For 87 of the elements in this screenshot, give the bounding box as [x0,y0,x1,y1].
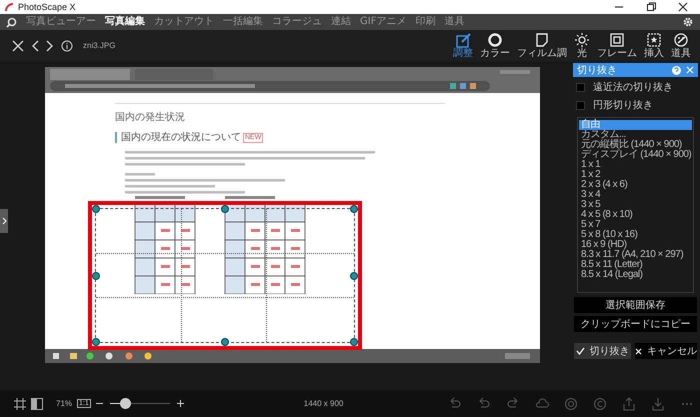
crop-handle[interactable] [221,338,229,346]
undo-icon[interactable] [448,396,462,410]
crop-handle[interactable] [350,272,358,280]
previous-icon[interactable] [31,40,39,52]
compare-icon[interactable] [31,398,43,410]
action-button[interactable]: 選択範囲保存 [574,297,697,313]
app-logo-icon [4,2,14,12]
cancel-button[interactable]: キャンセル [635,343,697,359]
tool-button[interactable]: カラー [479,32,511,59]
preset-item[interactable]: 8.5 x 14 (Legal) [579,270,692,280]
tool-button[interactable]: フィルム調 [516,32,568,59]
menu-tab[interactable]: コラージュ [272,16,322,28]
image-dimensions: 1440 x 900 [304,399,344,408]
chevron-icon [2,217,6,225]
close-icon [635,348,642,354]
tool-button[interactable]: フレーム [596,32,638,59]
crop-handle[interactable] [92,205,100,213]
tool-button[interactable]: 光 [573,32,591,59]
option-label: 遠近法の切り抜き [593,82,673,93]
panel-toggle[interactable] [0,209,8,233]
menu-tab[interactable]: 一括編集 [223,16,263,28]
option-label: 円形切り抜き [593,100,653,111]
film-tool-icon [534,32,550,48]
insert-tool-icon [646,32,662,48]
settings-icon[interactable] [682,16,694,28]
copyright-icon[interactable] [593,396,607,410]
redo-icon[interactable] [506,396,520,410]
preset-item[interactable]: 元の縦横比 (1440 × 900) [579,140,692,150]
menu-tab[interactable]: 道具 [444,16,464,28]
close-icon[interactable] [678,2,688,12]
save-icon[interactable] [651,396,665,410]
preset-item[interactable]: 16 x 9 (HD) [579,240,692,250]
preset-item[interactable]: カスタム... [579,130,692,140]
preset-item[interactable]: 5 x 7 [579,220,692,230]
menu-tab[interactable]: 写真編集 [105,16,145,28]
zoom-level: 71% [56,399,72,408]
help-icon[interactable] [672,66,681,74]
checkbox[interactable] [576,101,585,110]
slider-thumb[interactable] [120,398,131,409]
tool-button[interactable]: 挿入 [643,32,665,59]
preset-item[interactable]: 1 x 2 [579,170,692,180]
tool-button[interactable]: 道具 [670,32,692,59]
menu-tab[interactable]: 印刷 [415,16,436,28]
page-heading: 国内の発生状況 [115,103,445,124]
preset-item[interactable]: 4 x 5 (8 x 10) [579,210,692,220]
preset-item[interactable]: 3 x 5 [579,200,692,210]
menu-tab[interactable]: カットアウト [154,16,214,28]
next-icon[interactable] [46,40,54,52]
menu-tab[interactable]: GIFアニメ [360,16,406,28]
crop-handle[interactable] [350,338,358,346]
tools-tool-icon [673,32,689,48]
preset-item[interactable]: ディスプレイ (1440 × 900) [579,150,692,160]
crop-button[interactable]: 切り抜き [574,343,631,359]
check-icon [576,347,584,355]
preset-item[interactable]: 8.3 x 11.7 (A4, 210 × 297) [579,250,692,260]
info-icon[interactable] [61,40,73,52]
crop-grid-icon[interactable] [14,398,26,410]
crop-handle[interactable] [92,272,100,280]
target-icon[interactable] [564,396,578,410]
frame-tool-icon [609,32,625,48]
preset-item[interactable]: 1 x 1 [579,160,692,170]
menu-tab[interactable]: 写真ビューアー [26,16,96,28]
crop-handle[interactable] [92,338,100,346]
file-name: zni3.JPG [83,41,116,50]
zoom-out-icon[interactable] [96,400,103,407]
zoom-in-icon[interactable] [176,400,184,407]
checkbox[interactable] [576,83,585,92]
preset-item[interactable]: 8.5 x 11 (Letter) [579,260,692,270]
panel-title: 切り抜き [577,64,617,76]
action-button[interactable]: クリップボードにコピー [574,316,697,332]
cloud-icon[interactable] [535,396,549,410]
light-tool-icon [574,32,590,48]
maximize-icon[interactable] [646,2,656,12]
menu-tab[interactable]: 連結 [331,16,351,28]
preset-item[interactable]: 5 x 8 (10 x 16) [579,230,692,240]
search-icon[interactable] [6,16,17,28]
share-icon[interactable] [622,396,636,410]
undo-icon[interactable] [477,396,491,410]
page-subheading: 国内の現在の状況について [121,132,241,143]
preset-item[interactable]: 3 x 4 [579,190,692,200]
crop-handle[interactable] [221,205,229,213]
color-tool-icon [487,32,503,48]
adjust-tool-icon [455,32,471,48]
preset-item[interactable]: 2 x 3 (4 x 6) [579,180,692,190]
tool-button[interactable]: 調整 [452,32,474,59]
window-title: PhotoScape X [18,2,76,12]
crop-handle[interactable] [350,205,358,213]
